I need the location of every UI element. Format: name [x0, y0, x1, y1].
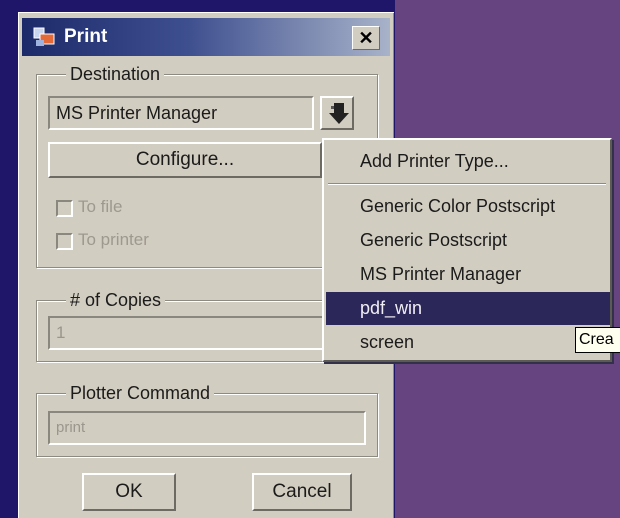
printer-app-icon — [33, 27, 55, 46]
close-icon: ✕ — [358, 28, 374, 48]
to-printer-label: To printer — [78, 230, 149, 249]
copies-legend: # of Copies — [66, 289, 166, 311]
menu-separator — [328, 183, 606, 185]
title-bar[interactable]: Print ✕ — [22, 18, 390, 56]
menu-item-generic-postscript[interactable]: Generic Postscript — [326, 225, 610, 255]
to-file-checkbox[interactable] — [56, 200, 73, 217]
plotter-command-field[interactable]: print — [48, 411, 366, 445]
printer-type-menu: Add Printer Type... Generic Color Postsc… — [322, 138, 612, 362]
menu-item-ms-printer-manager[interactable]: MS Printer Manager — [326, 259, 610, 289]
to-file-label: To file — [78, 197, 123, 216]
printer-down-arrow-icon — [329, 103, 349, 124]
configure-button[interactable]: Configure... — [48, 142, 322, 178]
menu-item-pdf-win[interactable]: pdf_win — [326, 292, 610, 325]
to-printer-checkbox[interactable] — [56, 233, 73, 250]
plotter-command-legend: Plotter Command — [66, 382, 215, 404]
printer-dropdown-button[interactable] — [320, 96, 354, 130]
copies-field[interactable]: 1 — [48, 316, 348, 350]
destination-legend: Destination — [66, 63, 165, 85]
window-title: Print — [64, 26, 108, 47]
cancel-button[interactable]: Cancel — [252, 473, 352, 511]
menu-item-generic-color-postscript[interactable]: Generic Color Postscript — [326, 191, 610, 221]
printer-field[interactable]: MS Printer Manager — [48, 96, 314, 130]
ok-button[interactable]: OK — [82, 473, 176, 511]
menu-item-add-printer-type[interactable]: Add Printer Type... — [326, 146, 610, 176]
tooltip: Crea — [575, 327, 620, 353]
menu-item-screen[interactable]: screen — [326, 327, 610, 357]
close-button[interactable]: ✕ — [352, 26, 380, 50]
